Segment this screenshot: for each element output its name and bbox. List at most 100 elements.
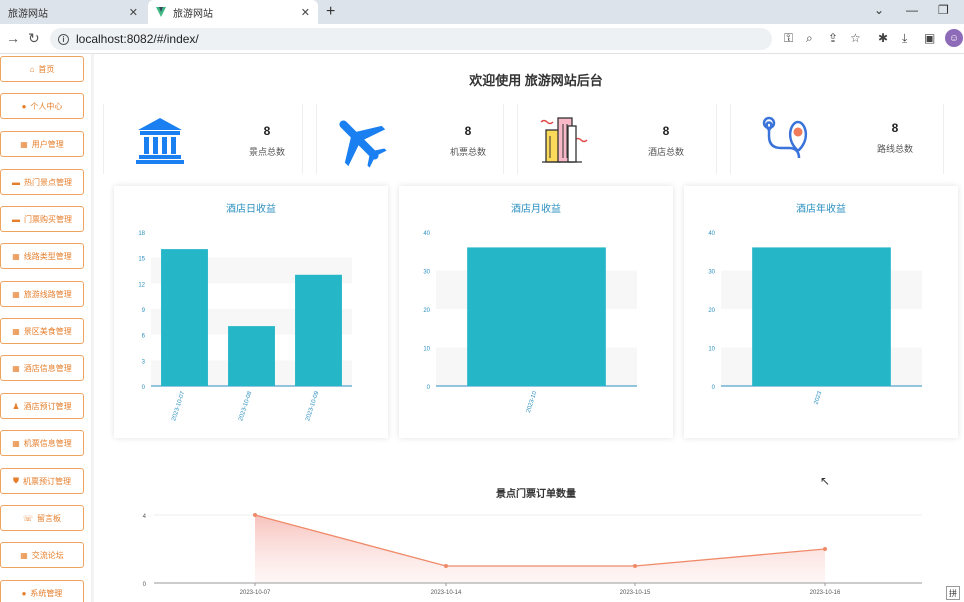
- x-tick-label: 2023-10-07: [240, 590, 271, 596]
- chart-bar: [228, 326, 275, 386]
- extensions-icon[interactable]: ✱: [878, 31, 888, 45]
- new-tab-icon[interactable]: +: [326, 3, 335, 21]
- chart-bar: [161, 249, 208, 386]
- stat-hotels-value: 8: [662, 124, 670, 138]
- page-title: 欢迎使用 旅游网站后台: [469, 73, 603, 88]
- chart-bar: [752, 247, 891, 386]
- browser-tab-2-title: 旅游网站: [173, 8, 213, 20]
- sidebar-item-label: 机票预订管理: [23, 476, 71, 486]
- sidebar-item-label: 旅游线路管理: [23, 289, 72, 299]
- sidebar-item-forum[interactable]: ▦ 交流论坛: [0, 542, 84, 568]
- profile-avatar[interactable]: ☺: [945, 29, 963, 47]
- y-tick-label: 6: [142, 334, 146, 340]
- chart-bar: [295, 274, 342, 386]
- person-icon: ♟: [12, 401, 20, 411]
- sidebar-menu: ⌂ 首页 ● 个人中心 ▦ 用户管理 ▬ 热门景点管理 ▬ 门票购买管理 ▦ 线路类型管理 …: [0, 54, 94, 602]
- sidepanel-icon[interactable]: ▣: [924, 31, 935, 45]
- airplane-icon: [339, 120, 387, 168]
- users-icon: ▦: [20, 139, 28, 149]
- grid-icon: ▦: [12, 326, 20, 336]
- x-tick-label: 2023-10-07: [171, 390, 186, 422]
- sidebar-item-label: 系统管理: [30, 588, 63, 598]
- stat-hotels-label: 酒店总数: [647, 147, 684, 157]
- sidebar-item-routes[interactable]: ▦ 旅游线路管理: [0, 281, 84, 307]
- y-tick-label: 0: [712, 385, 716, 391]
- sidebar-item-system[interactable]: ● 系统管理: [0, 580, 84, 602]
- stat-spots-value: 8: [263, 124, 271, 138]
- folder-icon: ▬: [12, 177, 20, 187]
- url-input[interactable]: i localhost:8082/#/index/: [50, 28, 772, 50]
- download-icon[interactable]: ⤓: [902, 31, 907, 46]
- y-tick-label: 9: [142, 308, 146, 314]
- x-tick-label: 2023-10-08: [238, 390, 253, 422]
- sidebar-item-flights[interactable]: ▦ 机票信息管理: [0, 430, 84, 456]
- sidebar-item-food[interactable]: ▦ 景区美食管理: [0, 318, 84, 344]
- y-tick-label: 0: [143, 582, 147, 588]
- sidebar-item-label: 首页: [38, 64, 55, 74]
- restore-icon[interactable]: ❐: [938, 3, 949, 17]
- stat-card-routes: 8 路线总数: [730, 104, 944, 174]
- tab-search-icon[interactable]: ⌄: [874, 3, 884, 17]
- ime-toggle-icon[interactable]: 拼: [946, 586, 960, 600]
- sidebar-item-label: 酒店信息管理: [23, 363, 72, 373]
- sidebar-item-label: 个人中心: [30, 101, 63, 111]
- close-tab-2-icon[interactable]: ✕: [301, 6, 310, 19]
- bookmark-star-icon[interactable]: ☆: [850, 31, 861, 45]
- y-tick-label: 30: [708, 270, 715, 276]
- chart-bar: [467, 247, 606, 386]
- y-tick-label: 20: [423, 308, 430, 314]
- address-bar: → ↻ i localhost:8082/#/index/ ⚿ ⌕ ⇪ ☆ ✱ …: [0, 24, 964, 54]
- x-tick-label: 2023-10-09: [305, 390, 320, 422]
- mouse-cursor-icon: ↖: [820, 474, 831, 488]
- sidebar-item-label: 交流论坛: [31, 550, 64, 560]
- grid-icon: ▦: [20, 550, 28, 560]
- sidebar-item-ticket-purchase[interactable]: ▬ 门票购买管理: [0, 206, 84, 232]
- ticket-orders-chart-title: 景点门票订单数量: [496, 489, 576, 500]
- daily-revenue-chart: 0 3 6 9 12 15 18 2023-10-07 2023-10-08 2023-10-09: [138, 231, 352, 422]
- close-tab-1-icon[interactable]: ✕: [129, 6, 138, 19]
- area-fill: [255, 515, 825, 583]
- site-info-icon[interactable]: i: [58, 33, 69, 45]
- location-icon: ●: [21, 588, 27, 598]
- browser-tab-1[interactable]: 旅游网站 ✕: [0, 0, 146, 24]
- vue-logo-icon: [156, 7, 167, 17]
- sidebar-item-flight-booking[interactable]: ⛊ 机票预订管理: [0, 468, 84, 494]
- y-tick-label: 20: [708, 308, 715, 314]
- chart-card-daily: 酒店日收益 0 3 6 9 12 15 18 2023-10-07 2023-10-08 2023…: [114, 186, 388, 438]
- stat-flights-label: 机票总数: [449, 147, 486, 157]
- sidebar-item-label: 留言板: [37, 513, 61, 523]
- grid-icon: ▦: [12, 438, 20, 448]
- sidebar-item-label: 门票购买管理: [24, 214, 72, 224]
- y-tick-label: 15: [138, 257, 145, 263]
- grid-icon: ▦: [12, 289, 20, 299]
- sidebar-item-hotels[interactable]: ▦ 酒店信息管理: [0, 355, 84, 381]
- sidebar-item-route-types[interactable]: ▦ 线路类型管理: [0, 243, 84, 269]
- x-tick-label: 2023: [814, 390, 824, 405]
- key-icon[interactable]: ⚿: [784, 31, 793, 46]
- zoom-icon[interactable]: ⌕: [806, 31, 813, 46]
- sidebar-item-hotel-booking[interactable]: ♟ 酒店预订管理: [0, 393, 84, 419]
- y-tick-label: 0: [427, 385, 431, 391]
- reload-icon[interactable]: ↻: [28, 30, 40, 47]
- sidebar-item-users[interactable]: ▦ 用户管理: [0, 131, 84, 157]
- sidebar-item-hot-spots[interactable]: ▬ 热门景点管理: [0, 169, 84, 195]
- share-icon[interactable]: ⇪: [828, 31, 838, 45]
- user-icon: ●: [21, 101, 27, 111]
- sidebar-item-message-board[interactable]: ☏ 留言板: [0, 505, 84, 531]
- browser-tab-2[interactable]: 旅游网站 ✕: [148, 0, 318, 24]
- minimize-icon[interactable]: —: [906, 3, 918, 17]
- yearly-revenue-chart: 0 10 20 30 40 2023: [708, 231, 922, 405]
- back-icon[interactable]: →: [6, 30, 20, 46]
- y-tick-label: 30: [423, 270, 430, 276]
- sidebar-item-label: 用户管理: [31, 139, 64, 149]
- browser-tab-bar: 旅游网站 ✕ 旅游网站 ✕ + ⌄ — ❐: [0, 0, 964, 24]
- url-text: localhost:8082/#/index/: [76, 32, 199, 46]
- sidebar-item-profile[interactable]: ● 个人中心: [0, 93, 84, 119]
- stat-routes-value: 8: [891, 121, 899, 135]
- y-tick-label: 4: [143, 514, 147, 520]
- grid-icon: ▦: [12, 251, 20, 261]
- y-tick-label: 18: [138, 231, 145, 237]
- home-icon: ⌂: [29, 64, 35, 74]
- sidebar-item-home[interactable]: ⌂ 首页: [0, 56, 84, 82]
- x-tick-label: 2023-10-15: [620, 590, 651, 596]
